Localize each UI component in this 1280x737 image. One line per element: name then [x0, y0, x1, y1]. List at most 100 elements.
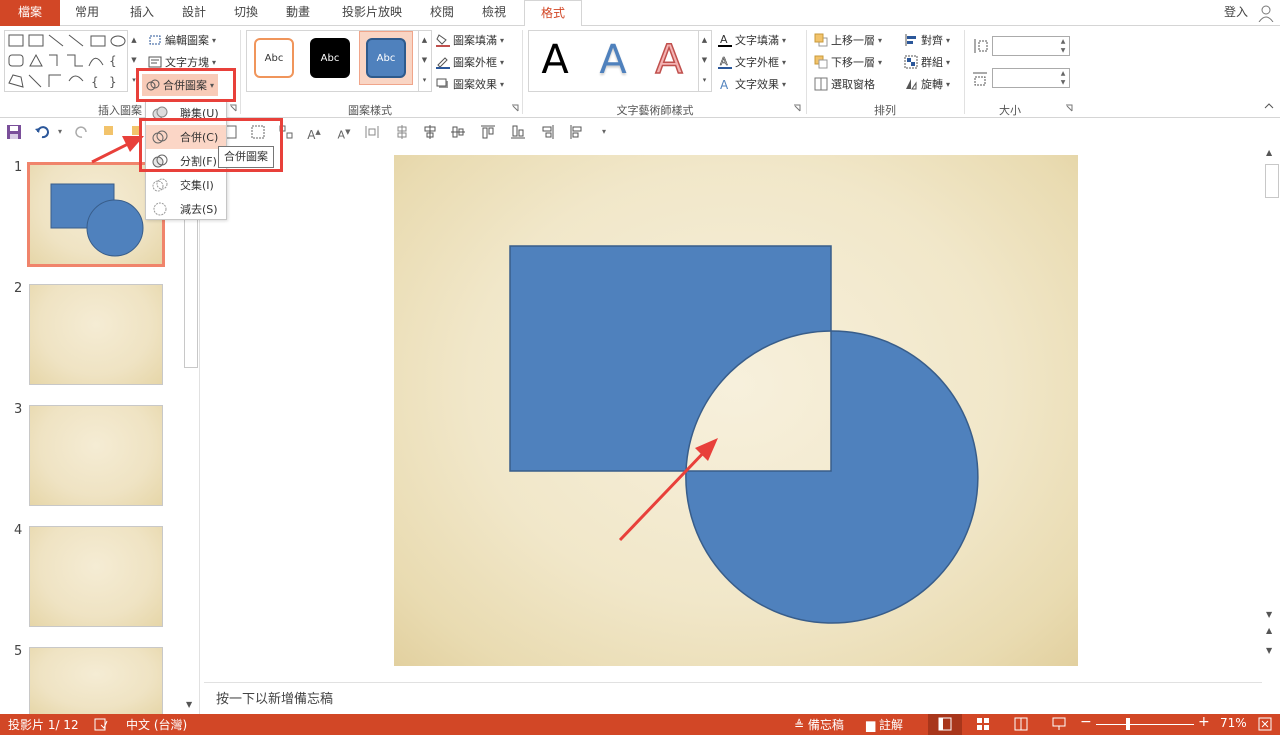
- dialog-launcher-icon[interactable]: [229, 104, 237, 112]
- menu-item-subtract[interactable]: 減去(S): [146, 197, 226, 221]
- align-center-icon[interactable]: [422, 124, 438, 140]
- align-middle-icon[interactable]: [450, 124, 466, 140]
- tab-file[interactable]: 檔案: [0, 0, 60, 26]
- rotate-button[interactable]: 旋轉 ▾: [904, 74, 950, 94]
- slide-thumbnail-5[interactable]: [29, 647, 163, 714]
- shape-effects-button[interactable]: 圖案效果 ▾: [436, 74, 504, 94]
- slide-thumbnail-4[interactable]: [29, 526, 163, 627]
- shape-width-field[interactable]: ▲ ▼: [992, 68, 1070, 88]
- tab-insert[interactable]: 插入: [118, 0, 166, 26]
- reading-view-icon[interactable]: [1014, 717, 1028, 731]
- fit-to-window-icon[interactable]: [1258, 717, 1272, 731]
- slide-sorter-icon[interactable]: [976, 717, 990, 731]
- tab-transitions[interactable]: 切換: [222, 0, 270, 26]
- zoom-slider[interactable]: [1096, 724, 1194, 725]
- tab-review[interactable]: 校閱: [418, 0, 466, 26]
- dialog-launcher-icon[interactable]: [1065, 104, 1073, 112]
- notes-toggle[interactable]: ≜ 備忘稿: [794, 716, 844, 733]
- user-avatar-icon[interactable]: [1258, 4, 1274, 22]
- scroll-down-icon[interactable]: ▼: [186, 700, 192, 709]
- wordart-preset-3[interactable]: A: [644, 32, 694, 88]
- scroll-up-icon[interactable]: ▲: [1266, 148, 1272, 157]
- align-bottom-icon[interactable]: [510, 124, 526, 140]
- spelling-check-icon[interactable]: [94, 717, 108, 731]
- align-top-icon[interactable]: [480, 124, 496, 140]
- slide-scrollbar[interactable]: ▲ ▼ ▲ ▼: [1264, 146, 1280, 682]
- shape-style-preset-3[interactable]: Abc: [366, 38, 406, 78]
- align-right-icon[interactable]: [540, 124, 556, 140]
- shapes-gallery[interactable]: { { }: [4, 30, 128, 92]
- shape-fill-button[interactable]: 圖案填滿 ▾: [436, 30, 504, 50]
- ribbon-tab-bar: 檔案 常用 插入 設計 切換 動畫 投影片放映 校閱 檢視 格式 登入: [0, 0, 1280, 27]
- width-spinner[interactable]: ▲ ▼: [1057, 69, 1069, 87]
- align-icon: [904, 33, 918, 47]
- wordart-preset-2[interactable]: A: [588, 32, 638, 88]
- notes-pane[interactable]: 按一下以新增備忘稿: [204, 682, 1262, 710]
- align-button[interactable]: 對齊 ▾: [904, 30, 950, 50]
- text-outline-button[interactable]: A 文字外框 ▾: [718, 52, 786, 72]
- thumbnail-scrollbar[interactable]: ▼: [184, 148, 198, 712]
- slide-thumbnail-2[interactable]: [29, 284, 163, 385]
- tab-view[interactable]: 檢視: [470, 0, 518, 26]
- comments-toggle[interactable]: ▆ 註解: [866, 716, 903, 733]
- annotation-arrow-icon: [91, 136, 144, 164]
- zoom-slider-thumb[interactable]: [1126, 718, 1130, 730]
- text-fill-button[interactable]: A 文字填滿 ▾: [718, 30, 786, 50]
- distribute-vertical-icon[interactable]: [394, 124, 410, 140]
- bring-forward-button[interactable]: 上移一層 ▾: [814, 30, 882, 50]
- group-label-wordart: 文字藝術師樣式: [616, 104, 694, 117]
- tab-design[interactable]: 設計: [170, 0, 218, 26]
- wordart-scroll[interactable]: ▲ ▼ ▾: [698, 30, 710, 92]
- previous-slide-icon[interactable]: ▲: [1266, 626, 1272, 635]
- zoom-level[interactable]: 71%: [1220, 716, 1247, 730]
- menu-item-intersect[interactable]: 交集(I): [146, 173, 226, 197]
- group-label-insert-shapes: 插入圖案: [98, 104, 142, 117]
- tab-animations[interactable]: 動畫: [274, 0, 322, 26]
- merged-shape[interactable]: [394, 155, 1078, 666]
- height-spinner[interactable]: ▲ ▼: [1057, 37, 1069, 55]
- customize-qat-icon[interactable]: ▾: [596, 124, 612, 140]
- group-button[interactable]: 群組 ▾: [904, 52, 950, 72]
- tab-slideshow[interactable]: 投影片放映: [332, 0, 412, 26]
- zoom-out-button[interactable]: −: [1080, 714, 1092, 730]
- slide-thumbnail-3[interactable]: [29, 405, 163, 506]
- align-left-icon[interactable]: [568, 124, 584, 140]
- shape-width-icon: [973, 72, 987, 86]
- dialog-launcher-icon[interactable]: [511, 104, 519, 112]
- dialog-launcher-icon[interactable]: [793, 104, 801, 112]
- shape-style-preset-2[interactable]: Abc: [310, 38, 350, 78]
- send-backward-button[interactable]: 下移一層 ▾: [814, 52, 882, 72]
- ribbon-separator: [806, 30, 807, 114]
- text-outline-icon: A: [718, 55, 732, 69]
- selection-pane-button[interactable]: 選取窗格: [814, 74, 875, 94]
- shape-styles-scroll[interactable]: ▲ ▼ ▾: [418, 30, 430, 92]
- decrease-font-icon[interactable]: A▼: [336, 124, 352, 142]
- zoom-in-button[interactable]: +: [1198, 714, 1210, 730]
- shape-style-preset-1[interactable]: Abc: [254, 38, 294, 78]
- scrollbar-thumb[interactable]: [1265, 164, 1279, 198]
- scroll-down-icon[interactable]: ▼: [1266, 610, 1272, 619]
- language-indicator[interactable]: 中文 (台灣): [126, 716, 187, 733]
- shape-height-field[interactable]: ▲ ▼: [992, 36, 1070, 56]
- tab-format[interactable]: 格式: [524, 0, 582, 27]
- slide-number: 1: [14, 160, 23, 175]
- text-effects-button[interactable]: A 文字效果 ▾: [718, 74, 786, 94]
- increase-font-icon[interactable]: A▲: [306, 124, 322, 142]
- shape-effects-icon: [436, 77, 450, 91]
- distribute-horizontal-icon[interactable]: [364, 124, 380, 140]
- undo-icon[interactable]: [34, 124, 50, 140]
- slide-number: 3: [14, 402, 23, 417]
- annotation-arrow-icon: [618, 438, 718, 542]
- undo-dropdown-icon[interactable]: ▾: [52, 124, 68, 140]
- signin-link[interactable]: 登入: [1218, 0, 1254, 26]
- slideshow-icon[interactable]: [1052, 717, 1066, 731]
- shape-outline-button[interactable]: 圖案外框 ▾: [436, 52, 504, 72]
- slide-canvas[interactable]: [394, 155, 1078, 666]
- wordart-preset-1[interactable]: A: [530, 32, 580, 88]
- next-slide-icon[interactable]: ▼: [1266, 646, 1272, 655]
- normal-view-button[interactable]: [928, 714, 962, 735]
- edit-shape-button[interactable]: 編輯圖案 ▾: [148, 30, 216, 50]
- save-icon[interactable]: [6, 124, 22, 140]
- collapse-ribbon-icon[interactable]: [1264, 102, 1274, 110]
- tab-home[interactable]: 常用: [62, 0, 112, 26]
